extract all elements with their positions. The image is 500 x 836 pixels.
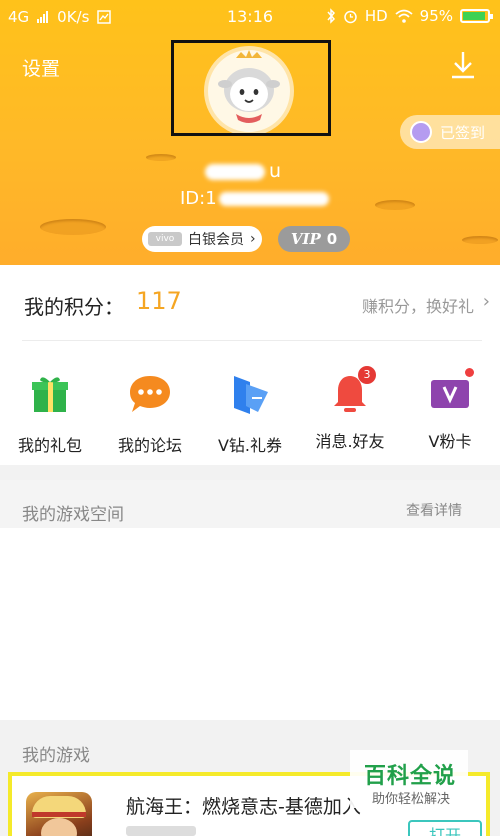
crater-decoration bbox=[40, 219, 106, 235]
profile-header: 4G 0K/s 13:16 HD 95% 设置 已签到 u ID:1 vivo … bbox=[0, 0, 500, 265]
chat-bubble-icon bbox=[130, 376, 170, 412]
membership-badge[interactable]: vivo 白银会员 › bbox=[142, 226, 262, 252]
alarm-icon bbox=[344, 10, 357, 23]
shortcut-v-fan-card[interactable]: V粉卡 bbox=[400, 368, 500, 452]
vip-level: 0 bbox=[326, 230, 338, 248]
vivo-logo-icon: vivo bbox=[148, 232, 182, 246]
notification-dot bbox=[465, 368, 474, 377]
bluetooth-icon bbox=[327, 8, 335, 24]
avatar-highlight-frame bbox=[171, 40, 331, 136]
chevron-right-icon: › bbox=[482, 291, 490, 312]
username: u bbox=[205, 160, 281, 182]
points-value: 117 bbox=[136, 287, 182, 315]
earn-points-link[interactable]: 赚积分，换好礼 bbox=[362, 293, 474, 317]
view-details-link[interactable]: 查看详情 bbox=[406, 500, 462, 520]
crater-decoration bbox=[462, 236, 498, 244]
game-subtitle bbox=[126, 826, 196, 836]
vip-badge[interactable]: VIP 0 bbox=[278, 226, 350, 252]
crater-decoration bbox=[146, 154, 176, 161]
vcard-icon bbox=[431, 380, 469, 408]
settings-button[interactable]: 设置 bbox=[22, 54, 60, 81]
game-name: 航海王：燃烧意志-基德加入 bbox=[126, 796, 361, 818]
vip-label: VIP bbox=[290, 230, 321, 248]
signin-label: 已签到 bbox=[440, 123, 486, 142]
message-count-badge: 3 bbox=[358, 366, 376, 384]
shortcut-grid: 我的礼包 我的论坛 V钻.礼券 3 消息.好友 V粉卡 bbox=[0, 366, 500, 455]
chevron-right-icon: › bbox=[250, 231, 256, 247]
watermark-logo: 百科全说 助你轻松解决 bbox=[350, 750, 468, 808]
download-icon[interactable] bbox=[450, 50, 476, 80]
game-space-section: 我的游戏空间 查看详情 bbox=[0, 480, 500, 720]
points-section: 我的积分： 117 赚积分，换好礼 › 我的礼包 我的论坛 V钻.礼券 3 消息… bbox=[0, 265, 500, 465]
points-label: 我的积分： bbox=[24, 295, 124, 319]
my-games-title: 我的游戏 bbox=[22, 746, 90, 766]
game-space-title: 我的游戏空间 bbox=[22, 505, 124, 525]
game-thumbnail bbox=[26, 792, 92, 836]
divider bbox=[22, 340, 482, 341]
checkin-icon bbox=[410, 121, 432, 143]
battery-percent: 95% bbox=[419, 7, 453, 25]
battery-icon bbox=[460, 9, 493, 23]
shortcut-coupons[interactable]: V钻.礼券 bbox=[200, 372, 300, 456]
username-redaction bbox=[205, 163, 265, 180]
shortcut-messages[interactable]: 3 消息.好友 bbox=[300, 366, 400, 452]
shortcut-my-gifts[interactable]: 我的礼包 bbox=[0, 372, 100, 456]
open-game-button[interactable]: 打开 bbox=[408, 820, 482, 836]
crater-decoration bbox=[375, 200, 415, 210]
shortcut-my-forum[interactable]: 我的论坛 bbox=[100, 372, 200, 456]
app-screen: 4G 0K/s 13:16 HD 95% 设置 已签到 u ID:1 vivo … bbox=[0, 0, 500, 836]
user-id: ID:1 bbox=[180, 188, 329, 209]
user-id-redaction bbox=[218, 191, 329, 206]
status-bar: 4G 0K/s 13:16 HD 95% bbox=[0, 0, 500, 34]
wifi-icon bbox=[395, 9, 413, 23]
signin-button[interactable]: 已签到 bbox=[400, 115, 500, 149]
hd-indicator: HD bbox=[364, 7, 388, 25]
game-space-header: 我的游戏空间 查看详情 bbox=[0, 480, 500, 528]
gift-icon bbox=[32, 377, 68, 412]
coupon-icon bbox=[234, 376, 268, 414]
membership-label: 白银会员 bbox=[188, 232, 244, 248]
